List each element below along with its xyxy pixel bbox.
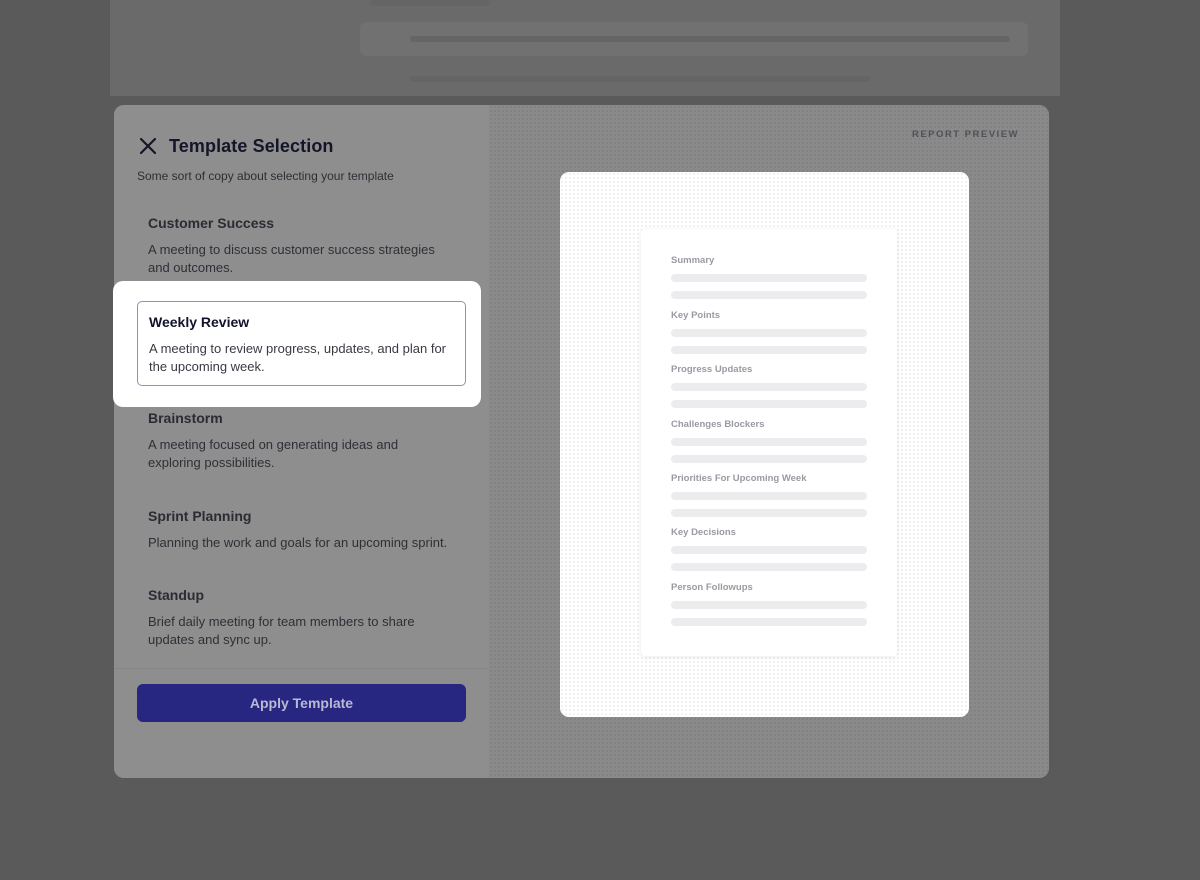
template-name: Standup xyxy=(148,587,204,603)
preview-section-key-points: Key Points xyxy=(671,310,867,354)
modal-header: Template Selection Some sort of copy abo… xyxy=(137,135,394,184)
background-placeholder xyxy=(370,0,490,6)
section-label: Person Followups xyxy=(671,582,753,593)
template-list-panel: Template Selection Some sort of copy abo… xyxy=(114,105,489,778)
placeholder-line xyxy=(671,383,867,391)
placeholder-line xyxy=(671,438,867,446)
template-name: Brainstorm xyxy=(148,410,223,426)
footer-divider xyxy=(114,668,489,669)
report-preview-label: REPORT PREVIEW xyxy=(911,129,1019,140)
template-item-weekly-review[interactable]: Weekly Review A meeting to review progre… xyxy=(137,301,466,386)
placeholder-line xyxy=(671,509,867,517)
placeholder-line xyxy=(671,346,867,354)
section-label: Progress Updates xyxy=(671,364,753,375)
placeholder-line xyxy=(671,400,867,408)
placeholder-line xyxy=(671,274,867,282)
close-button[interactable] xyxy=(137,135,159,157)
template-name: Sprint Planning xyxy=(148,508,252,524)
template-item-standup[interactable]: Standup Brief daily meeting for team mem… xyxy=(136,575,466,661)
template-item-brainstorm[interactable]: Brainstorm A meeting focused on generati… xyxy=(136,398,466,484)
preview-section-summary: Summary xyxy=(671,255,867,299)
placeholder-line xyxy=(671,492,867,500)
preview-section-key-decisions: Key Decisions xyxy=(671,527,867,571)
section-label: Summary xyxy=(671,255,715,266)
template-item-sprint-planning[interactable]: Sprint Planning Planning the work and go… xyxy=(136,496,466,564)
placeholder-line xyxy=(671,618,867,626)
section-label: Priorities For Upcoming Week xyxy=(671,473,807,484)
report-preview-document: Summary Key Points Progress Updates Chal… xyxy=(641,229,897,656)
modal-subtitle: Some sort of copy about selecting your t… xyxy=(137,169,394,183)
section-label: Key Points xyxy=(671,310,721,321)
template-name: Weekly Review xyxy=(149,314,250,330)
placeholder-line xyxy=(671,546,867,554)
close-icon xyxy=(139,137,157,155)
preview-section-person-followups: Person Followups xyxy=(671,582,867,626)
background-placeholder xyxy=(410,36,1010,42)
placeholder-line xyxy=(671,563,867,571)
section-label: Key Decisions xyxy=(671,527,736,538)
background-placeholder xyxy=(410,76,870,82)
preview-section-priorities: Priorities For Upcoming Week xyxy=(671,473,867,517)
template-description: A meeting to discuss customer success st… xyxy=(148,242,435,275)
placeholder-line xyxy=(671,291,867,299)
template-name: Customer Success xyxy=(148,215,275,231)
section-label: Challenges Blockers xyxy=(671,419,765,430)
template-description: A meeting focused on generating ideas an… xyxy=(148,437,399,470)
template-description: Planning the work and goals for an upcom… xyxy=(148,535,448,550)
preview-section-challenges-blockers: Challenges Blockers xyxy=(671,419,867,463)
placeholder-line xyxy=(671,455,867,463)
apply-template-button[interactable]: Apply Template xyxy=(137,684,466,722)
template-item-customer-success[interactable]: Customer Success A meeting to discuss cu… xyxy=(136,203,466,289)
modal-title: Template Selection xyxy=(169,135,334,156)
template-description: Brief daily meeting for team members to … xyxy=(148,614,415,647)
template-description: A meeting to review progress, updates, a… xyxy=(149,341,447,374)
placeholder-line xyxy=(671,601,867,609)
placeholder-line xyxy=(671,329,867,337)
preview-section-progress-updates: Progress Updates xyxy=(671,364,867,408)
